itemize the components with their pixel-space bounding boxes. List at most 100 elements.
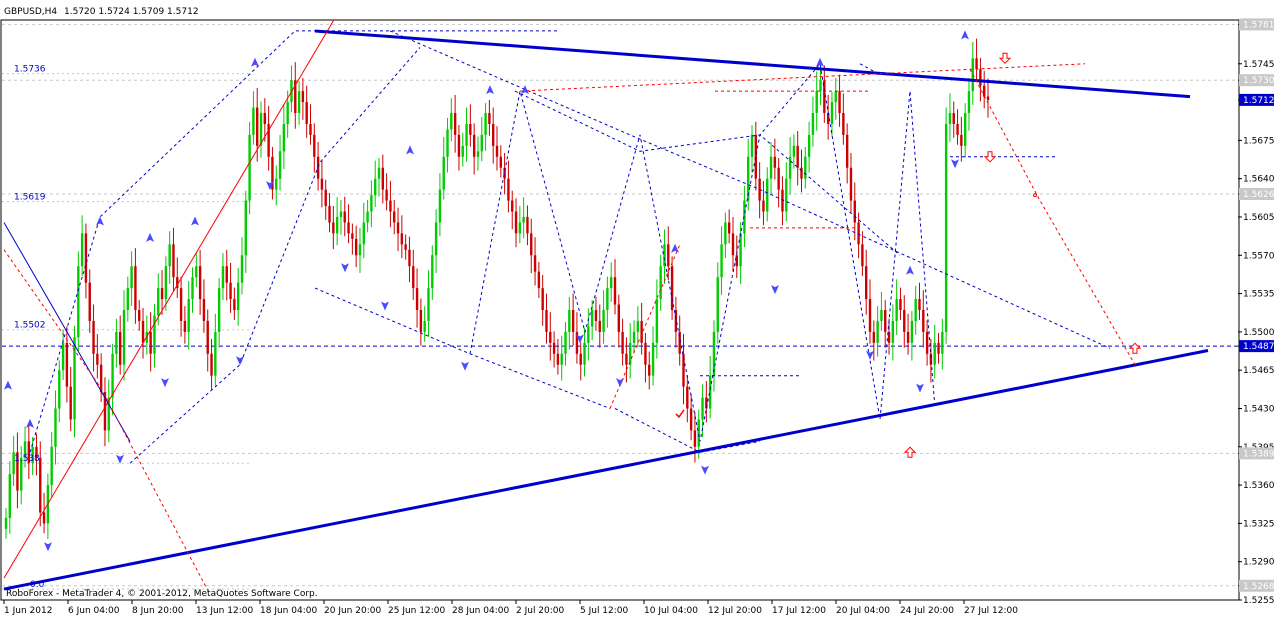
x-tick-label: 20 Jul 04:00: [836, 606, 890, 616]
candle-body: [571, 310, 575, 332]
candle-body: [233, 299, 236, 310]
candle-body: [948, 113, 952, 124]
candle-body: [126, 288, 129, 310]
candle-body: [286, 102, 289, 124]
candle-body: [385, 189, 388, 201]
candle-body: [408, 249, 411, 267]
candle-body: [210, 353, 213, 376]
chart-ohlc-readout: 1.5720 1.5724 1.5709 1.5712: [64, 7, 199, 17]
candle-body: [712, 331, 716, 376]
candle-body: [910, 320, 914, 343]
candle-body: [762, 200, 765, 212]
candle-body: [160, 288, 164, 300]
candle-body: [788, 156, 792, 179]
candle-body: [225, 266, 228, 283]
candle-body: [118, 331, 122, 365]
candle-body: [457, 134, 461, 157]
candle-body: [495, 145, 499, 157]
candle-body: [655, 299, 659, 343]
candle-body: [769, 156, 773, 179]
candle-body: [670, 266, 674, 310]
y-tick-label: 1.5535: [1243, 290, 1274, 300]
candle-body: [88, 282, 91, 321]
candle-body: [556, 353, 560, 365]
candle-body: [393, 211, 396, 223]
candle-body: [644, 342, 647, 365]
candle-body: [335, 216, 339, 234]
candle-body: [164, 266, 168, 300]
candle-body: [229, 282, 232, 300]
candle-body: [419, 310, 423, 332]
candle-body: [96, 353, 99, 365]
candle-body: [564, 331, 567, 354]
candle-body: [903, 310, 906, 332]
candle-body: [727, 222, 731, 234]
candle-body: [240, 255, 244, 283]
candle-body: [80, 233, 84, 267]
candle-body: [491, 123, 495, 146]
candle-body: [982, 85, 986, 97]
candle-body: [514, 211, 518, 234]
y-tick-label: 1.5675: [1243, 136, 1274, 146]
candle-body: [613, 277, 617, 305]
x-tick-label: 24 Jul 20:00: [900, 606, 954, 616]
x-tick-label: 25 Jun 12:00: [388, 606, 445, 616]
candle-body: [202, 299, 206, 321]
candle-body: [731, 233, 735, 256]
candle-body: [872, 331, 876, 343]
candle-body: [320, 178, 324, 190]
candle-body: [849, 167, 853, 201]
candle-body: [423, 320, 426, 332]
candle-body: [248, 134, 251, 201]
chart-area[interactable]: 1.5781 1.5745 1.5730 1.5712 1.5675 1.5640 1.56…: [0, 0, 1274, 618]
x-tick-label: 6 Jun 04:00: [68, 606, 120, 616]
candle-body: [301, 91, 305, 103]
candle-body: [236, 282, 240, 310]
candle-body: [316, 156, 320, 179]
candle-body: [986, 96, 990, 100]
candle-body: [606, 288, 609, 310]
candle-body: [815, 91, 818, 114]
x-tick-label: 17 Jul 12:00: [772, 606, 826, 616]
candle-body: [183, 320, 187, 332]
x-tick-label: 8 Jun 20:00: [132, 606, 184, 616]
candle-body: [594, 310, 598, 321]
candle-body: [766, 178, 769, 212]
candle-body: [374, 178, 377, 196]
copyright-footer: RoboForex - MetaTrader 4, © 2001-2012, M…: [6, 589, 318, 599]
y-tick-label: 1.5360: [1243, 481, 1274, 491]
x-tick-label: 12 Jul 20:00: [708, 606, 762, 616]
candle-body: [830, 102, 834, 124]
candle-body: [922, 310, 925, 332]
candle-body: [701, 397, 704, 420]
candle-body: [937, 342, 940, 354]
y-tick-label: 1.5389: [1243, 449, 1274, 459]
candle-body: [157, 288, 160, 316]
candle-body: [880, 310, 883, 321]
candle-body: [598, 320, 601, 332]
candle-body: [625, 353, 628, 365]
candle-body: [632, 331, 636, 343]
candle-body: [792, 145, 796, 157]
fib-level-label: 1.538: [14, 454, 40, 464]
y-tick-label: 1.5290: [1243, 558, 1274, 568]
candle-body: [724, 222, 727, 245]
candle-body: [480, 134, 483, 152]
candle-body: [842, 113, 845, 135]
candle-body: [533, 255, 537, 272]
candle-body: [541, 288, 544, 310]
candle-body: [244, 200, 247, 256]
candle-body: [750, 134, 754, 157]
x-tick-label: 2 Jul 20:00: [516, 606, 565, 616]
candle-body: [609, 277, 613, 289]
candle-body: [583, 342, 586, 365]
current-price-label: 1.5712: [1243, 96, 1274, 106]
candle-body: [853, 200, 856, 223]
candle-body: [636, 320, 640, 332]
candle-body: [537, 271, 541, 289]
candle-body: [438, 189, 442, 223]
x-tick-label: 13 Jun 12:00: [196, 606, 253, 616]
y-tick-label: 1.5626: [1243, 190, 1274, 200]
candle-body: [278, 151, 282, 179]
candle-body: [587, 326, 590, 343]
